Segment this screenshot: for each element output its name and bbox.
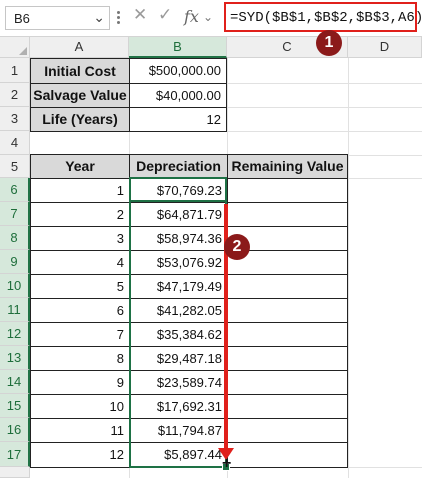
cell-remaining[interactable]: [227, 274, 348, 299]
cell-depreciation[interactable]: $58,974.36: [129, 226, 228, 251]
cell-year[interactable]: 3: [30, 226, 130, 251]
cell-remaining[interactable]: [227, 418, 348, 443]
header-year[interactable]: Year: [30, 154, 130, 179]
cell-depreciation[interactable]: $23,589.74: [129, 370, 228, 395]
cell-depreciation[interactable]: $11,794.87: [129, 418, 228, 443]
column-header-a[interactable]: A: [30, 37, 129, 58]
cell-depreciation[interactable]: $53,076.92: [129, 250, 228, 275]
cell-year[interactable]: 4: [30, 250, 130, 275]
cell-remaining[interactable]: [227, 442, 348, 468]
check-icon[interactable]: ✓: [158, 5, 172, 25]
cell-year[interactable]: 1: [30, 178, 130, 203]
label-salvage-value[interactable]: Salvage Value: [30, 83, 130, 108]
cell-depreciation[interactable]: $35,384.62: [129, 322, 228, 347]
cell-remaining[interactable]: [227, 394, 348, 419]
cell-depreciation[interactable]: $29,487.18: [129, 346, 228, 371]
chevron-down-icon[interactable]: ⌄: [203, 10, 213, 24]
formula-text: =SYD($B$1,$B$2,$B$3,A6): [230, 10, 422, 26]
cell-remaining[interactable]: [227, 370, 348, 395]
row-header-15[interactable]: 15: [0, 394, 30, 418]
cell-remaining[interactable]: [227, 178, 348, 203]
row-header-10[interactable]: 10: [0, 274, 30, 298]
header-remaining-value[interactable]: Remaining Value: [227, 154, 348, 179]
row-header-18[interactable]: [0, 467, 30, 478]
select-all-corner[interactable]: [0, 37, 30, 58]
row-header-2[interactable]: 2: [0, 83, 30, 107]
row-header-7[interactable]: 7: [0, 202, 30, 226]
column-header-d[interactable]: D: [348, 37, 422, 58]
row-header-1[interactable]: 1: [0, 58, 30, 83]
value-life-years[interactable]: 12: [129, 107, 227, 132]
formula-bar: B6 ⌄ ✕ ✓ fx ⌄ =SYD($B$1,$B$2,$B$3,A6): [0, 0, 422, 37]
cell-year[interactable]: 6: [30, 298, 130, 323]
header-depreciation[interactable]: Depreciation: [129, 154, 228, 179]
row-header-3[interactable]: 3: [0, 107, 30, 131]
row-header-11[interactable]: 11: [0, 298, 30, 322]
cell-depreciation[interactable]: $64,871.79: [129, 202, 228, 227]
row-header-13[interactable]: 13: [0, 346, 30, 370]
row-header-6[interactable]: 6: [0, 178, 30, 202]
row-header-14[interactable]: 14: [0, 370, 30, 394]
insert-function-icon[interactable]: fx: [184, 7, 199, 26]
gridline: [348, 58, 349, 478]
cell-year[interactable]: 9: [30, 370, 130, 395]
cell-depreciation[interactable]: $5,897.44: [129, 442, 228, 468]
annotation-badge-2: 2: [224, 234, 250, 260]
row-header-16[interactable]: 16: [0, 418, 30, 442]
value-salvage-value[interactable]: $40,000.00: [129, 83, 227, 108]
row-header-9[interactable]: 9: [0, 250, 30, 274]
row-header-12[interactable]: 12: [0, 322, 30, 346]
row-header-17[interactable]: 17: [0, 442, 30, 467]
cell-remaining[interactable]: [227, 322, 348, 347]
label-life-years[interactable]: Life (Years): [30, 107, 130, 132]
cell-depreciation[interactable]: $70,769.23: [129, 178, 228, 203]
name-box[interactable]: B6 ⌄: [5, 6, 110, 30]
name-box-value: B6: [14, 11, 30, 26]
crosshair-cursor-icon: +: [222, 455, 232, 472]
cell-remaining[interactable]: [227, 202, 348, 227]
cell-depreciation[interactable]: $41,282.05: [129, 298, 228, 323]
cell-remaining[interactable]: [227, 298, 348, 323]
cell-year[interactable]: 11: [30, 418, 130, 443]
cell-year[interactable]: 8: [30, 346, 130, 371]
row-header-8[interactable]: 8: [0, 226, 30, 250]
cell-depreciation[interactable]: $47,179.49: [129, 274, 228, 299]
row-header-5[interactable]: 5: [0, 155, 30, 178]
cancel-icon[interactable]: ✕: [133, 5, 147, 25]
row-header-4[interactable]: 4: [0, 131, 30, 155]
value-initial-cost[interactable]: $500,000.00: [129, 58, 227, 84]
label-initial-cost[interactable]: Initial Cost: [30, 58, 130, 84]
cell-depreciation[interactable]: $17,692.31: [129, 394, 228, 419]
select-all-icon: [19, 47, 27, 55]
cell-year[interactable]: 2: [30, 202, 130, 227]
cell-remaining[interactable]: [227, 346, 348, 371]
cell-year[interactable]: 5: [30, 274, 130, 299]
chevron-down-icon[interactable]: ⌄: [93, 9, 105, 26]
column-header-b[interactable]: B: [129, 37, 227, 58]
drag-handle-icon[interactable]: [117, 9, 123, 29]
cell-year[interactable]: 10: [30, 394, 130, 419]
cell-year[interactable]: 12: [30, 442, 130, 468]
formula-input[interactable]: =SYD($B$1,$B$2,$B$3,A6): [224, 2, 422, 32]
annotation-badge-1: 1: [316, 30, 342, 56]
cell-year[interactable]: 7: [30, 322, 130, 347]
